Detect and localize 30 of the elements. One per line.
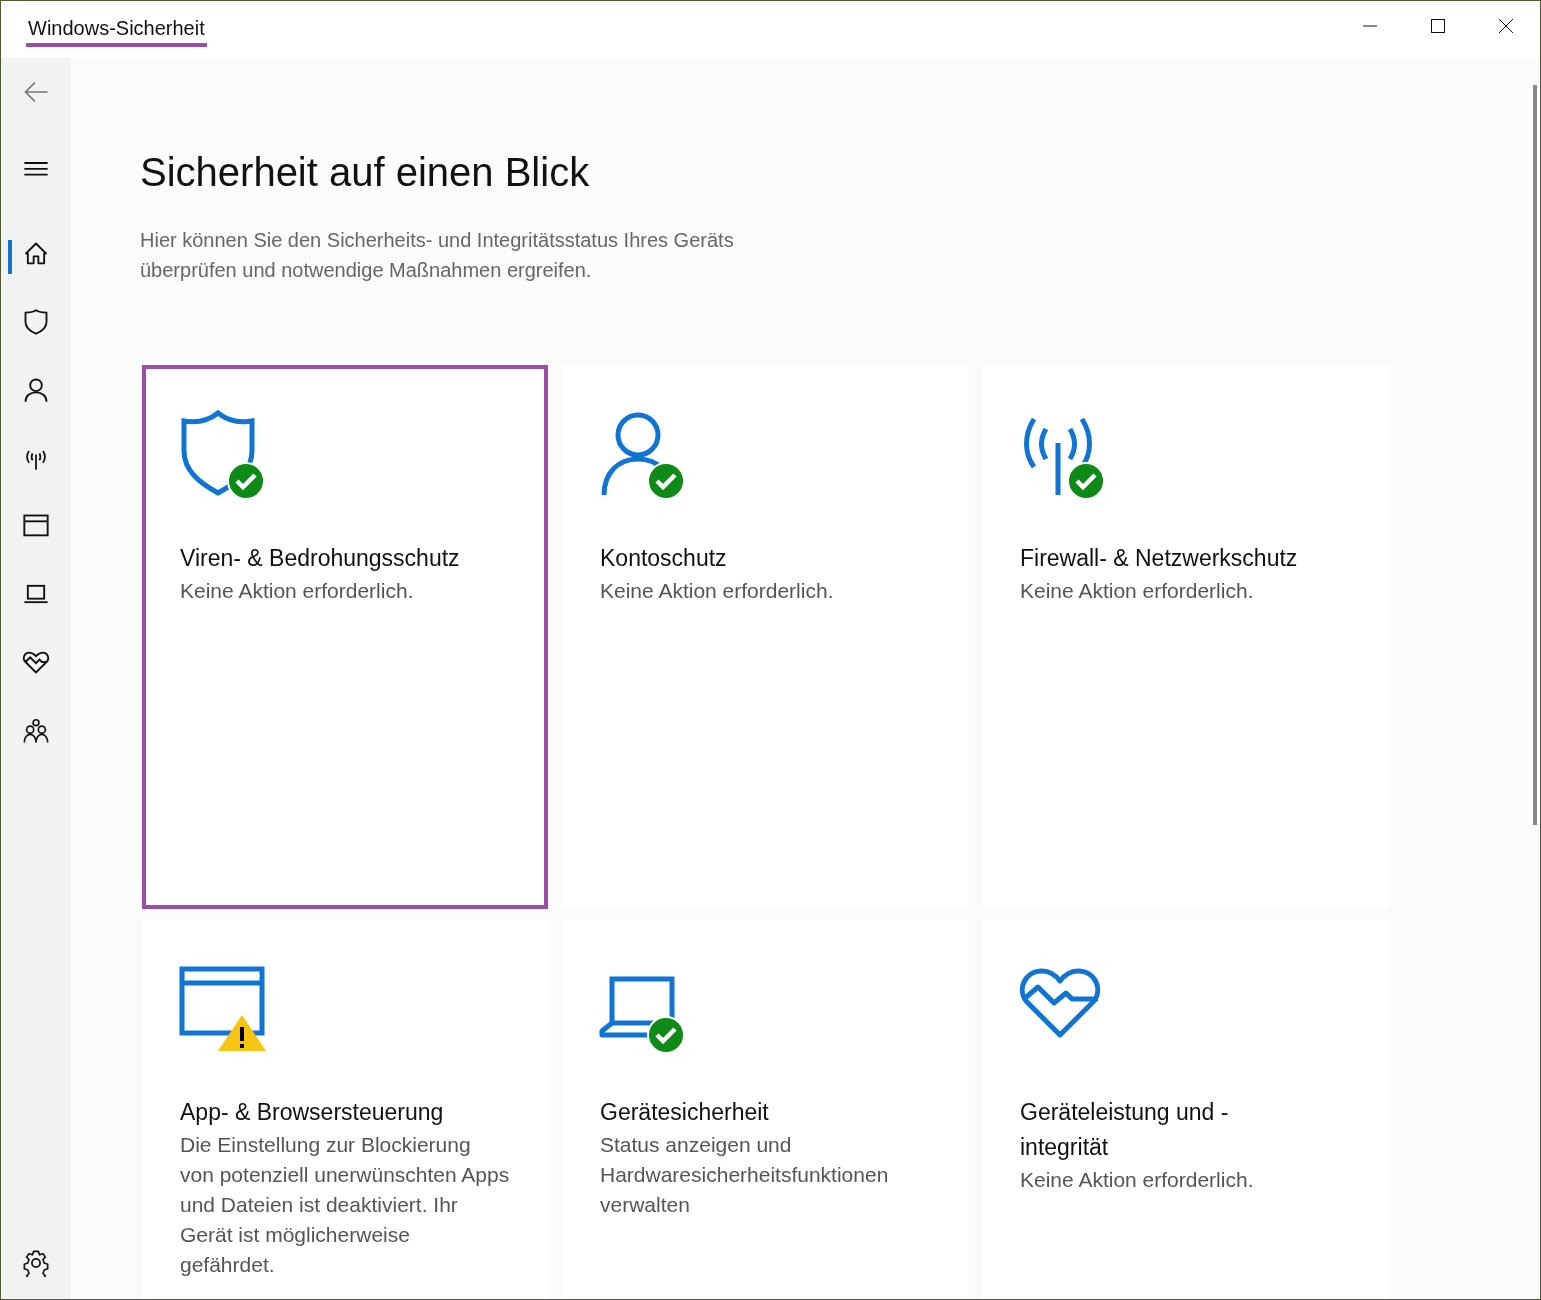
status-card[interactable]: Kontoschutz Keine Aktion erforderlich. [562, 365, 968, 909]
card-status-text: Keine Aktion erforderlich. [180, 578, 415, 604]
card-status-text: Keine Aktion erforderlich. [1020, 578, 1255, 604]
card-title: Firewall- & Netzwerkschutz [1020, 544, 1299, 573]
minimize-icon [1362, 25, 1378, 27]
card-title: Viren- & Bedrohungsschutz [180, 544, 461, 573]
page-heading: Sicherheit auf einen Blick [140, 150, 591, 195]
family-icon [22, 718, 50, 746]
status-card[interactable]: Viren- & Bedrohungsschutz Keine Aktion erforderlich. [142, 365, 548, 909]
card-status-text: Status anzeigen und Hardwaresicherheitsfunktionen verwalten [600, 1132, 890, 1218]
status-card[interactable]: Firewall- & Netzwerkschutz Keine Aktion erforderlich. [982, 365, 1388, 909]
card-title: Kontoschutz [600, 544, 728, 573]
status-card[interactable]: Gerätesicherheit Status anzeigen und Hardwaresicherheitsfunktionen verwalten [562, 919, 968, 1299]
person-icon [22, 376, 50, 404]
page-description: Hier können Sie den Sicherheits- und Integritätsstatus Ihres Geräts überprüfen und notwendige Maßnahmen ergreifen. [140, 228, 735, 283]
scrollbar[interactable] [1533, 85, 1537, 825]
shield-icon [22, 308, 50, 336]
card-title: App- & Browsersteuerung [180, 1098, 445, 1127]
close-icon [1498, 18, 1514, 34]
card-title: Gerätesicherheit [600, 1098, 770, 1127]
selection-indicator [8, 240, 12, 274]
card-title: Geräteleistung und -integrität [1020, 1098, 1230, 1162]
status-card[interactable]: Geräteleistung und -integrität Keine Aktion erforderlich. [982, 919, 1388, 1299]
settings-icon [22, 1249, 50, 1277]
card-status-text: Keine Aktion erforderlich. [600, 578, 835, 604]
card-status-text: Die Einstellung zur Blockierung von potenziell unerwünschten Apps und Dateien ist deaktiviert. Ihr Gerät ist möglicherweise gefährdet. [180, 1132, 510, 1278]
window-title: Windows-Sicherheit [26, 17, 207, 47]
status-card[interactable]: App- & Browsersteuerung Die Einstellung zur Blockierung von potenziell unerwünschten Apps und Dateien ist deaktiviert. Ihr Gerät ist möglicherweise gefährdet. [142, 919, 548, 1299]
maximize-icon [1430, 18, 1446, 34]
card-status-text: Keine Aktion erforderlich. [1020, 1167, 1255, 1193]
